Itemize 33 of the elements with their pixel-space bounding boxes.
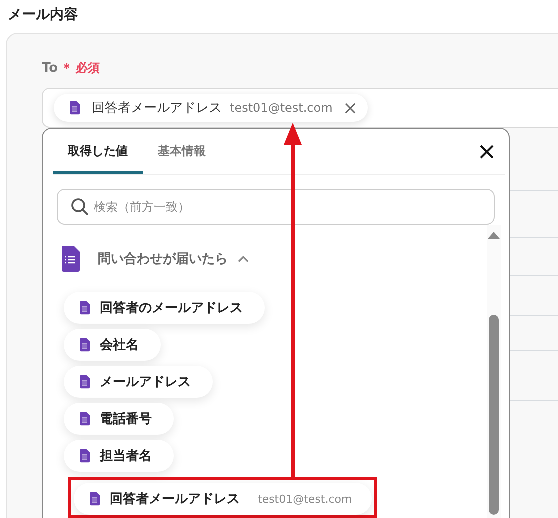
variable-chip[interactable]: 回答者メールアドレス test01@test.com [54,94,368,122]
document-icon [70,101,80,115]
required-mark: ＊ [61,60,74,77]
tab[interactable]: 取得した値 [53,129,143,174]
field-label: To [42,61,58,76]
variable-item[interactable]: 回答者メールアドレス test01@test.com [74,483,372,515]
close-icon[interactable] [479,144,495,160]
chip-value: test01@test.com [230,101,333,115]
chip-label: 回答者メールアドレス [92,100,222,117]
variable-item[interactable]: 回答者のメールアドレス [64,292,265,324]
tab[interactable]: 基本情報 [143,129,221,174]
document-icon [90,492,100,506]
document-icon [80,338,90,352]
search-field[interactable]: 検索（前方一致） [57,189,495,225]
document-icon [80,449,90,463]
document-icon [80,301,90,315]
search-icon [71,198,89,216]
scrollbar[interactable] [487,225,501,518]
variable-item[interactable]: メールアドレス [64,366,213,398]
document-icon [80,412,90,426]
scroll-up-icon[interactable] [488,231,500,239]
variable-item[interactable]: 電話番号 [64,403,174,435]
document-icon [80,375,90,389]
to-input-field[interactable]: 回答者メールアドレス test01@test.com [42,88,558,128]
required-label: 必須 [76,60,100,77]
form-icon [62,246,80,272]
remove-icon[interactable] [344,102,356,114]
group-header[interactable]: 問い合わせが届いたら [62,244,282,274]
section-title: メール内容 [8,6,78,24]
item-value: test01@test.com [258,492,352,506]
variable-item[interactable]: 会社名 [64,329,161,361]
chevron-up-icon [238,255,249,263]
variable-item[interactable]: 担当者名 [64,440,174,472]
